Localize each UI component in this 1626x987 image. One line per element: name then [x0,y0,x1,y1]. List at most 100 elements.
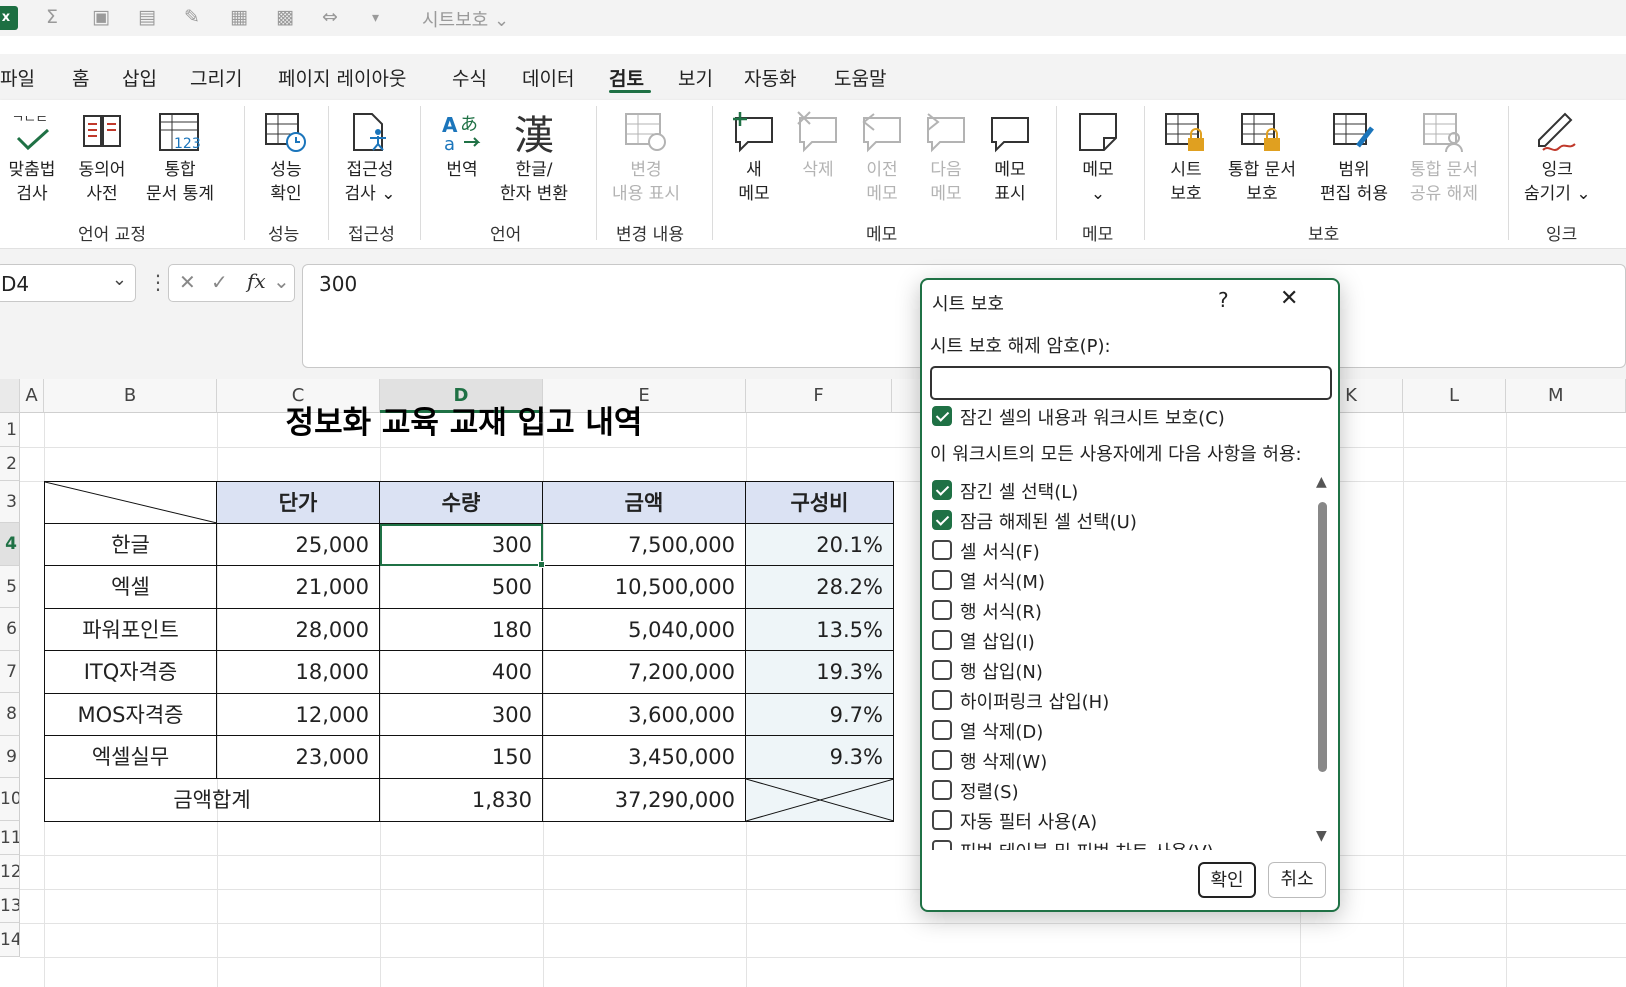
column-header-l[interactable]: L [1403,379,1506,413]
fill-handle[interactable] [538,561,545,568]
option-pivot-label[interactable]: 피벗 테이블 및 피벗 차트 사용(V) [960,838,1214,850]
check-performance-button[interactable]: 성능 확인 [260,106,312,206]
translate-button[interactable]: Aあa 번역 [436,106,488,182]
tab-data[interactable]: 데이터 [522,64,574,91]
tab-view[interactable]: 보기 [678,64,713,91]
name-box[interactable]: D4 ⌄ [0,264,136,302]
thesaurus-button[interactable]: 동의어 사전 [76,106,128,206]
insert-function-icon[interactable]: fx [247,269,266,293]
resize-icon[interactable]: ⇔ [322,6,338,28]
row-header-7[interactable]: 7 [0,651,20,693]
amount-cell[interactable]: 10,500,000 [543,566,746,609]
quantity-cell[interactable]: 500 [380,566,543,609]
cancel-button[interactable]: 취소 [1268,862,1326,898]
row-header-9[interactable]: 9 [0,736,20,778]
ratio-cell[interactable]: 9.3% [746,736,894,779]
chevron-down-icon[interactable]: ⌄ [112,269,127,290]
tab-formulas[interactable]: 수식 [452,64,487,91]
row-header-12[interactable]: 12 [0,855,20,889]
cancel-icon[interactable]: ✕ [179,270,196,294]
protect-contents-checkbox[interactable] [932,406,952,426]
previous-note-button[interactable]: 이전 메모 [856,106,908,206]
option-select-locked-label[interactable]: 잠긴 셀 선택(L) [960,478,1078,504]
option-insert-hyperlinks-label[interactable]: 하이퍼링크 삽입(H) [960,688,1109,714]
help-icon[interactable]: ? [1218,288,1229,312]
row-header-4[interactable]: 4 [0,523,20,566]
item-name-cell[interactable]: ITQ자격증 [45,651,217,694]
protect-workbook-button[interactable]: 통합 문서 보호 [1228,106,1296,206]
unit-price-cell[interactable]: 21,000 [217,566,380,609]
option-delete-rows-label[interactable]: 행 삭제(W) [960,748,1047,774]
amount-cell[interactable]: 7,500,000 [543,524,746,566]
item-name-cell[interactable]: 한글 [45,524,217,566]
option-format-columns-label[interactable]: 열 서식(M) [960,568,1045,594]
next-note-button[interactable]: 다음 메모 [920,106,972,206]
header-diagonal-cell[interactable] [45,482,217,524]
option-autofilter-checkbox[interactable] [932,810,952,830]
option-select-unlocked-checkbox[interactable] [932,510,952,530]
allow-edit-ranges-button[interactable]: 범위 편집 허용 [1320,106,1388,206]
option-delete-columns-label[interactable]: 열 삭제(D) [960,718,1043,744]
header-quantity[interactable]: 수량 [380,482,543,524]
ok-button[interactable]: 확인 [1198,862,1256,898]
quantity-cell[interactable]: 180 [380,609,543,651]
option-delete-columns-checkbox[interactable] [932,720,952,740]
unit-price-cell[interactable]: 28,000 [217,609,380,651]
password-input[interactable] [930,366,1332,400]
tab-page-layout[interactable]: 페이지 레이아웃 [278,64,406,91]
number-format-icon[interactable]: ▤ [138,6,156,28]
item-name-cell[interactable]: 파워포인트 [45,609,217,651]
tab-help[interactable]: 도움말 [834,64,886,91]
option-delete-rows-checkbox[interactable] [932,750,952,770]
new-note-button[interactable]: 새 메모 [728,106,780,206]
column-header-a[interactable]: A [20,379,44,413]
row-header-11[interactable]: 11 [0,821,20,855]
amount-cell[interactable]: 3,600,000 [543,694,746,736]
quantity-cell[interactable]: 300 [380,694,543,736]
scroll-up-icon[interactable]: ▲ [1316,474,1327,490]
total-quantity-cell[interactable]: 1,830 [380,779,543,822]
option-format-rows-checkbox[interactable] [932,600,952,620]
ratio-cell[interactable]: 28.2% [746,566,894,609]
option-insert-rows-checkbox[interactable] [932,660,952,680]
quantity-cell[interactable]: 150 [380,736,543,779]
option-sort-checkbox[interactable] [932,780,952,800]
unit-price-cell[interactable]: 18,000 [217,651,380,694]
header-amount[interactable]: 금액 [543,482,746,524]
option-insert-rows-label[interactable]: 행 삽입(N) [960,658,1043,684]
tab-review[interactable]: 검토 [609,64,644,91]
accessibility-button[interactable]: 접근성 검사 ⌄ [344,106,396,206]
unit-price-cell[interactable]: 25,000 [217,524,380,566]
workbook-stats-button[interactable]: 123 통합 문서 통계 [146,106,214,206]
more-options-icon[interactable]: ⋮ [148,270,168,294]
ratio-cell[interactable]: 13.5% [746,609,894,651]
item-name-cell[interactable]: 엑셀실무 [45,736,217,779]
table-icon[interactable]: ▦ [230,6,248,28]
show-notes-button[interactable]: 메모 표시 [984,106,1036,206]
header-unit-price[interactable]: 단가 [217,482,380,524]
tab-file[interactable]: 파일 [0,64,35,91]
column-header-m[interactable]: M [1506,379,1626,413]
option-format-rows-label[interactable]: 행 서식(R) [960,598,1042,624]
row-header-3[interactable]: 3 [0,481,20,523]
row-header-6[interactable]: 6 [0,608,20,651]
total-amount-cell[interactable]: 37,290,000 [543,779,746,822]
row-header-2[interactable]: 2 [0,447,20,481]
amount-cell[interactable]: 3,450,000 [543,736,746,779]
option-select-unlocked-label[interactable]: 잠금 해제된 셀 선택(U) [960,508,1137,534]
memo-button[interactable]: 메모 ⌄ [1072,106,1124,206]
show-changes-button[interactable]: 변경 내용 표시 [612,106,680,206]
chevron-down-icon[interactable]: ⌄ [273,269,290,293]
row-header-13[interactable]: 13 [0,889,20,923]
header-ratio[interactable]: 구성비 [746,482,894,524]
spelling-button[interactable]: ᄀᄂᄃ 맞춤법 검사 [6,106,58,206]
row-header-10[interactable]: 10 [0,778,20,821]
row-header-1[interactable]: 1 [0,413,20,447]
worksheet-grid[interactable]: A B C D E F K L M 1 2 3 4 5 6 7 8 9 10 1… [0,379,1626,987]
format-painter-icon[interactable]: ▣ [92,6,110,28]
quantity-cell[interactable]: 400 [380,651,543,694]
row-header-8[interactable]: 8 [0,693,20,736]
hide-ink-button[interactable]: 잉크 숨기기 ⌄ [1524,106,1591,206]
hanja-convert-button[interactable]: 漢 한글/ 한자 변환 [500,106,568,206]
unit-price-cell[interactable]: 23,000 [217,736,380,779]
